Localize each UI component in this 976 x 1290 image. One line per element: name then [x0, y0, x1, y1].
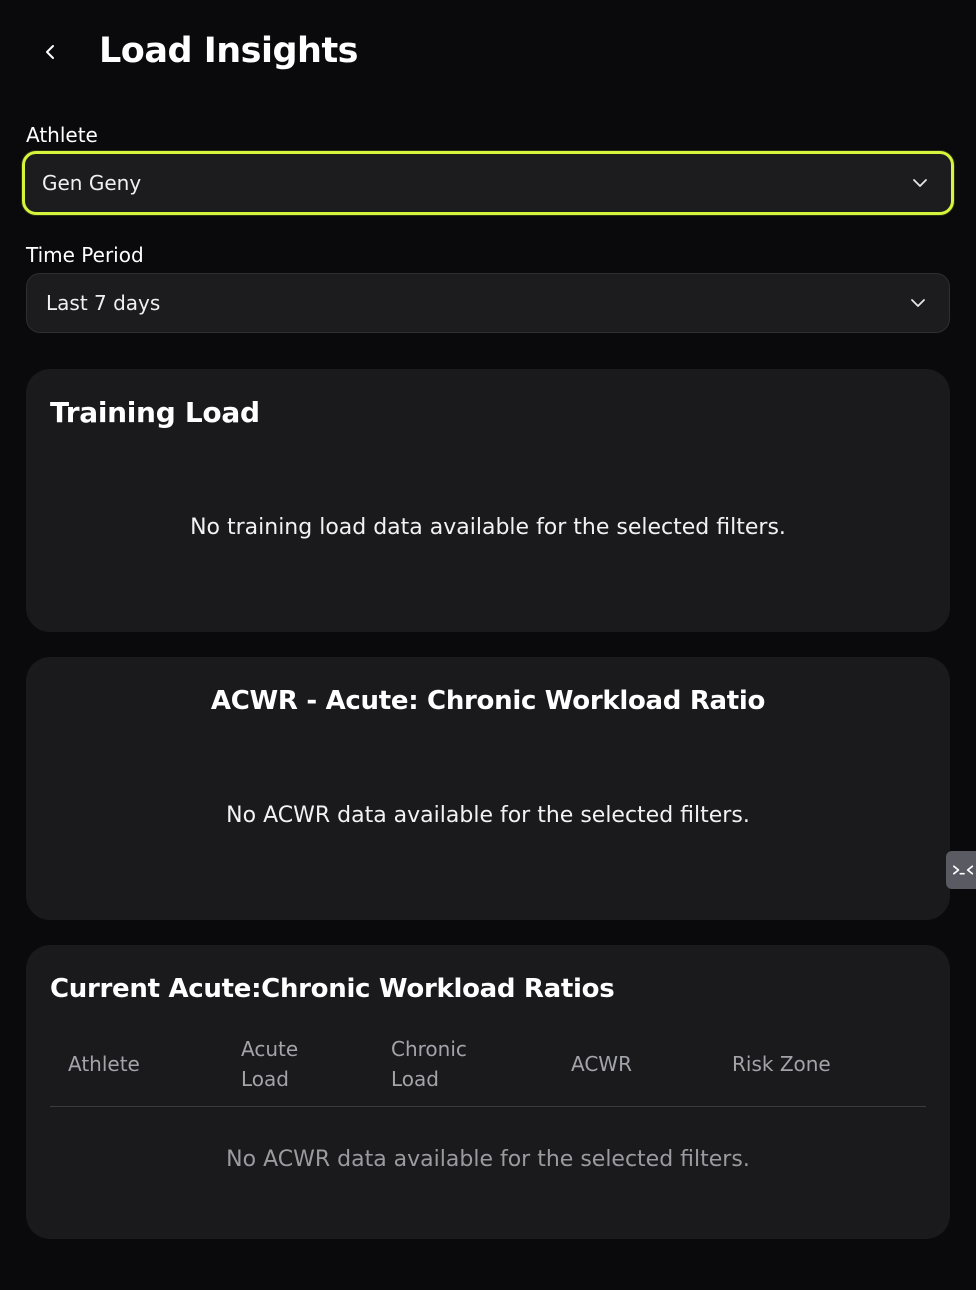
column-header-chronic-load-line2: Load [391, 1067, 439, 1091]
athlete-select[interactable]: Gen Geny [22, 151, 954, 215]
chevron-down-icon [909, 172, 931, 194]
header: Load Insights [0, 0, 976, 104]
acwr-empty-message: No ACWR data available for the selected … [226, 803, 750, 828]
training-load-title: Training Load [50, 396, 260, 429]
column-header-risk-zone[interactable]: Risk Zone [732, 1049, 831, 1079]
column-header-chronic-load[interactable]: Chronic Load [391, 1034, 467, 1094]
back-button[interactable] [34, 36, 66, 68]
column-header-chronic-load-line1: Chronic [391, 1037, 467, 1061]
column-header-acute-load-line2: Load [241, 1067, 289, 1091]
training-load-card: Training Load No training load data avai… [26, 369, 950, 632]
chevron-down-icon [907, 292, 929, 314]
athlete-select-value: Gen Geny [42, 171, 142, 195]
terminal-icon [953, 865, 974, 875]
ratios-table-empty-message: No ACWR data available for the selected … [226, 1147, 750, 1172]
column-header-athlete[interactable]: Athlete [68, 1049, 140, 1079]
acwr-chart-card: ACWR - Acute: Chronic Workload Ratio No … [26, 657, 950, 920]
chevron-left-icon [46, 45, 54, 59]
ratios-table-title: Current Acute:Chronic Workload Ratios [50, 974, 615, 1004]
page-title: Load Insights [99, 31, 359, 71]
time-period-label: Time Period [26, 243, 144, 267]
time-period-select[interactable]: Last 7 days [26, 273, 950, 333]
acwr-chart-title: ACWR - Acute: Chronic Workload Ratio [210, 686, 766, 716]
column-header-acwr[interactable]: ACWR [571, 1049, 632, 1079]
column-header-acute-load-line1: Acute [241, 1037, 299, 1061]
side-tab[interactable] [946, 851, 976, 889]
athlete-label: Athlete [26, 123, 98, 147]
training-load-empty-message: No training load data available for the … [190, 515, 786, 540]
table-header: Athlete Acute Load Chronic Load ACWR Ris… [50, 1033, 926, 1107]
time-period-select-value: Last 7 days [46, 291, 161, 315]
ratios-table-card: Current Acute:Chronic Workload Ratios At… [26, 945, 950, 1239]
column-header-acute-load[interactable]: Acute Load [241, 1034, 298, 1094]
